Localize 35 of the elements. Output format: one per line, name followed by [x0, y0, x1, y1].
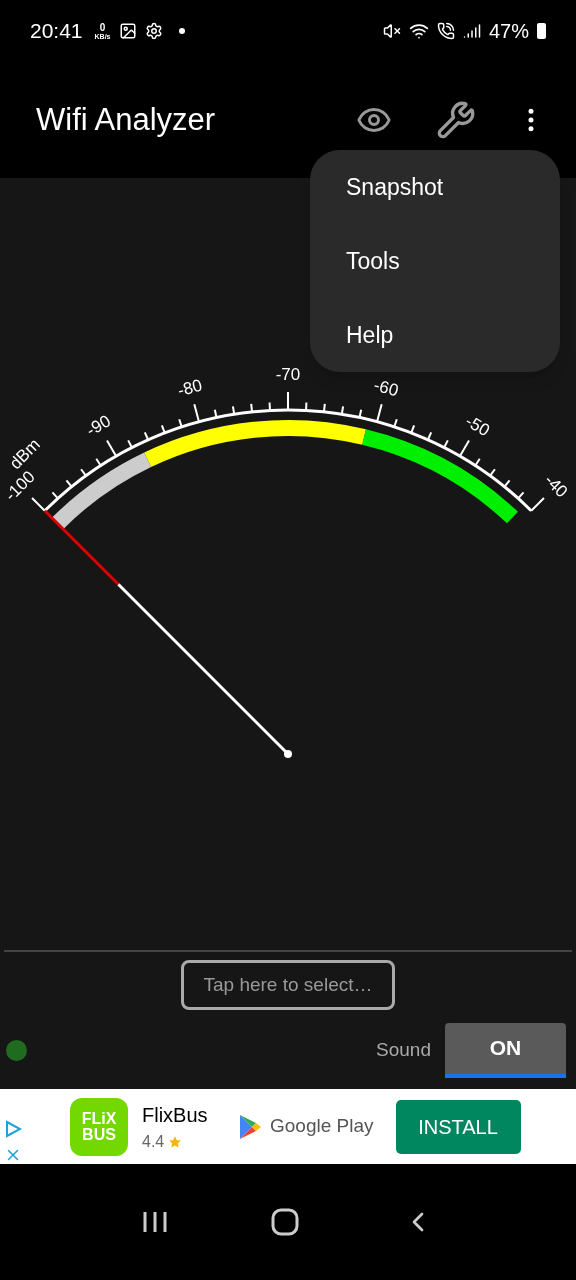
- battery-icon: [537, 23, 546, 39]
- scale-label: -50: [462, 411, 493, 441]
- logo-text: BUS: [82, 1126, 116, 1143]
- settings-icon: [144, 22, 163, 40]
- scale-label: -70: [275, 365, 301, 385]
- call-icon: [436, 22, 455, 40]
- wrench-icon[interactable]: [436, 100, 476, 140]
- menu-item[interactable]: Snapshot: [310, 150, 560, 224]
- mute-icon: [382, 22, 401, 40]
- scale-label: -40: [540, 470, 572, 502]
- scale-label: -60: [371, 375, 401, 401]
- logo-text: FLiX: [81, 1110, 117, 1127]
- sound-label: Sound: [376, 1037, 431, 1062]
- ad-info-icon[interactable]: [4, 1119, 22, 1138]
- app-title: Wifi Analyzer: [36, 100, 217, 139]
- time: 20:41: [30, 18, 83, 45]
- wifi-icon: [408, 21, 429, 41]
- play-store-icon: [238, 1113, 262, 1140]
- scale-label: -80: [175, 375, 205, 401]
- speed-value: 0: [99, 22, 106, 33]
- menu-item[interactable]: Tools: [310, 224, 560, 298]
- ad-rating: 4.4: [142, 1131, 165, 1152]
- install-button[interactable]: INSTALL: [395, 1099, 521, 1154]
- sound-toggle[interactable]: ON: [445, 1022, 566, 1078]
- store-name: Google Play: [270, 1114, 374, 1139]
- battery-level: 47%: [488, 19, 529, 44]
- star-icon: [168, 1134, 183, 1149]
- ad-app-name: FlixBus: [142, 1102, 209, 1128]
- network-field[interactable]: Tap here to select…: [181, 960, 395, 1010]
- home-icon[interactable]: [271, 1208, 299, 1236]
- image-icon: [118, 22, 137, 40]
- recent-apps-icon[interactable]: [141, 1210, 168, 1234]
- menu-item[interactable]: Help: [310, 298, 560, 372]
- signal-icon: [462, 22, 481, 40]
- scale-label: -90: [83, 411, 114, 441]
